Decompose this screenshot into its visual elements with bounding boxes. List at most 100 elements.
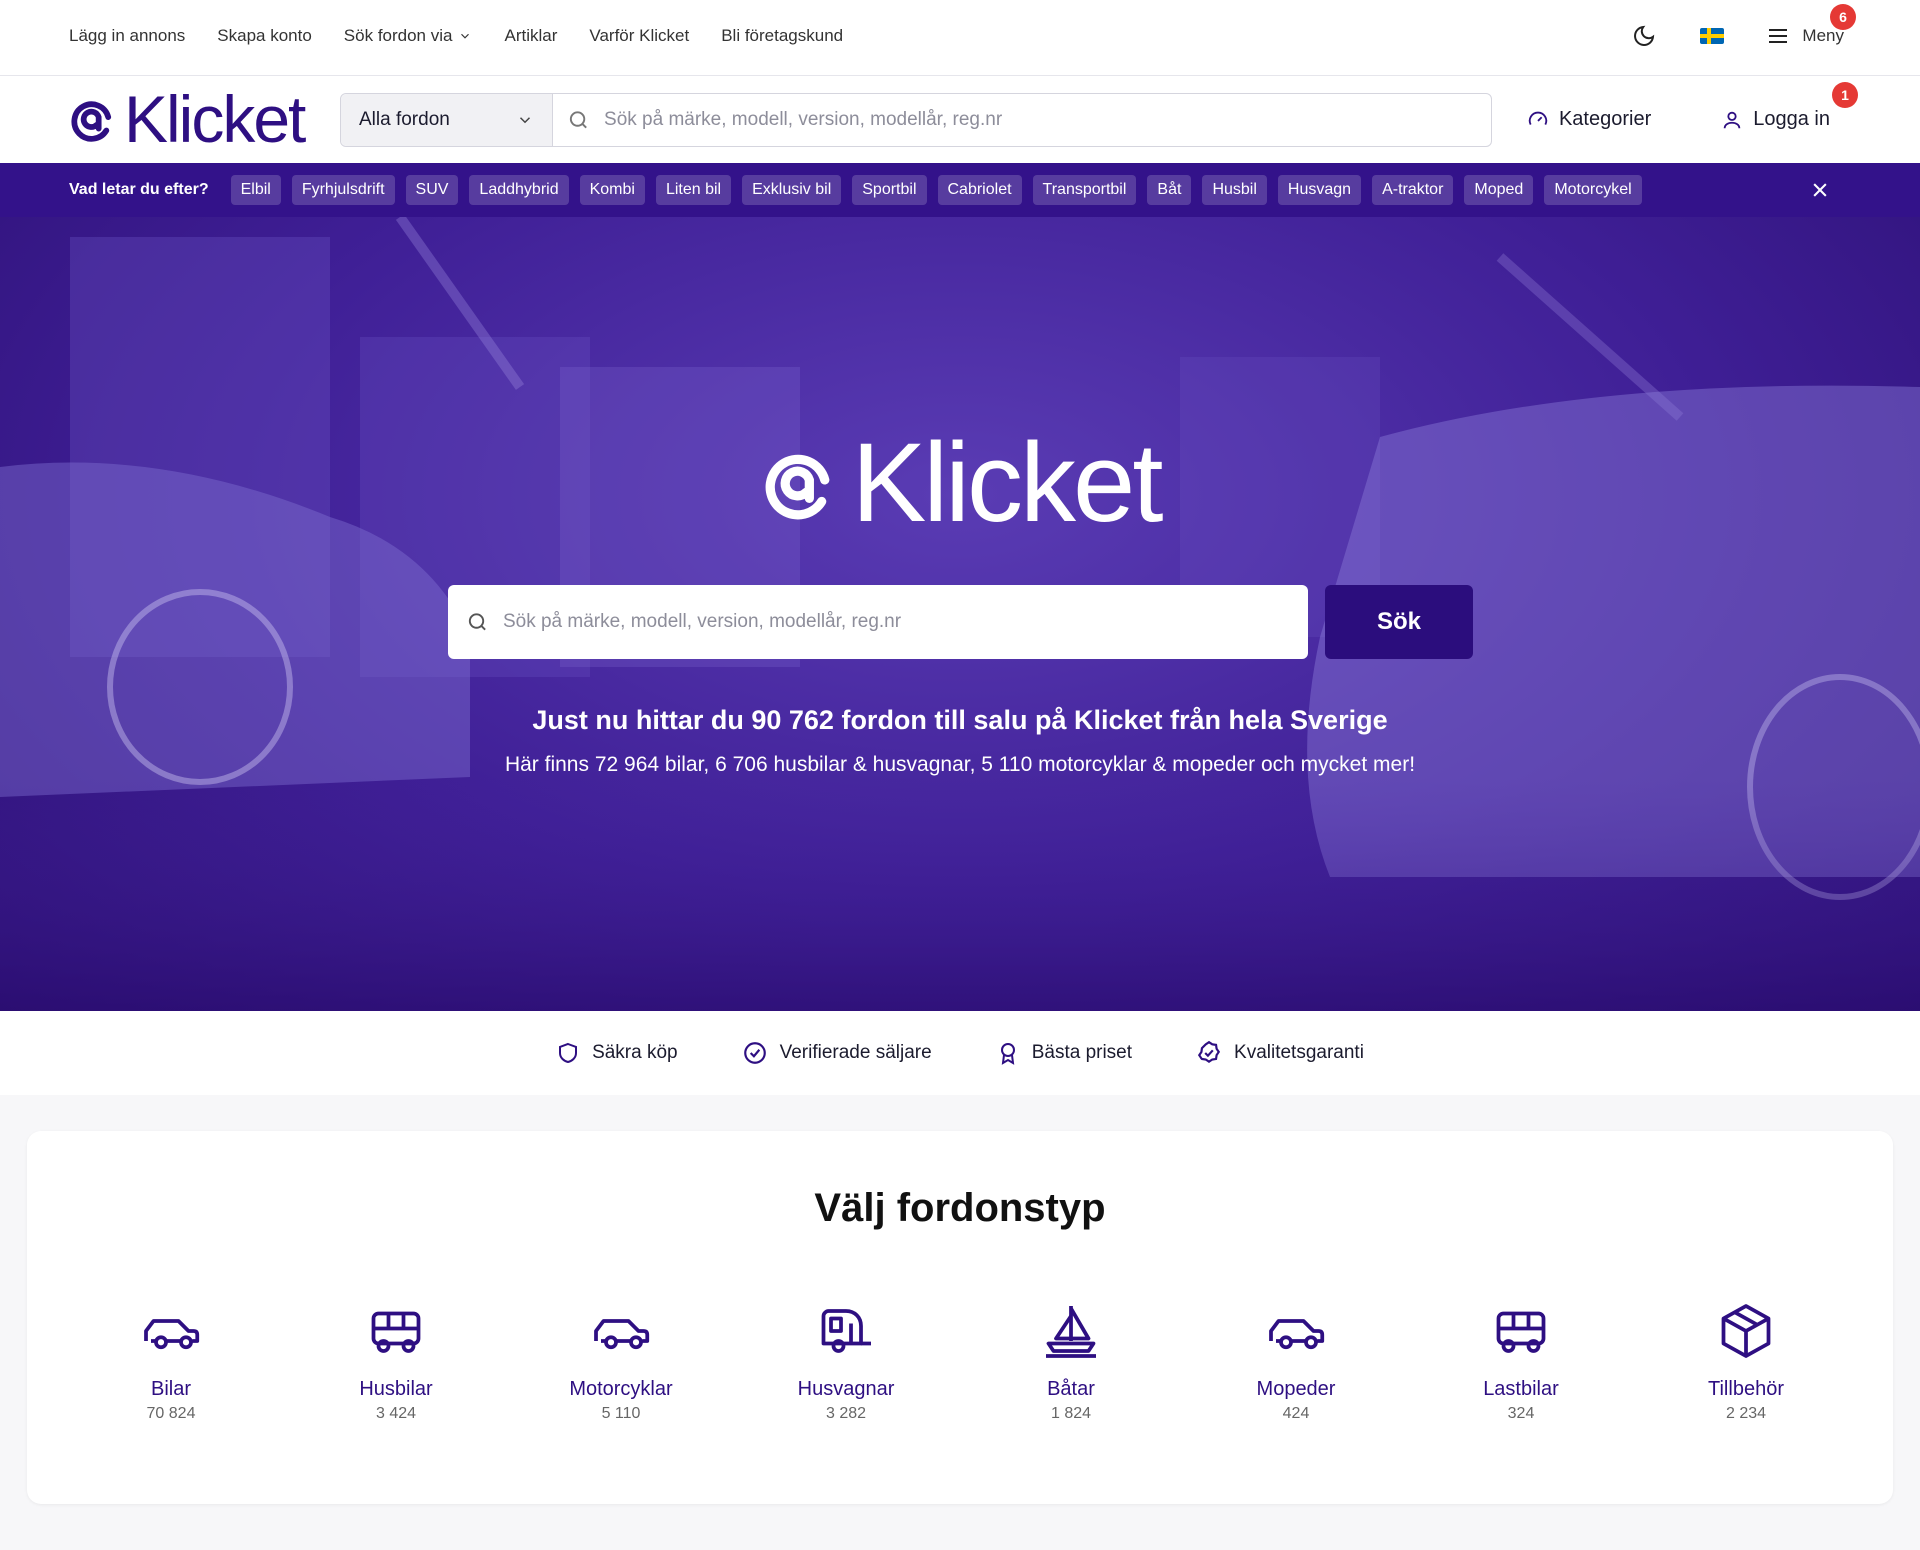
nav-search-vehicles-via-label: Sök fordon via bbox=[343, 26, 453, 45]
header-search-field bbox=[553, 94, 1491, 146]
box-icon bbox=[1721, 1304, 1771, 1358]
vehicle-type-count: 5 110 bbox=[601, 1405, 641, 1422]
chip-motorcykel[interactable]: Motorcykel bbox=[1544, 175, 1642, 205]
nav-create-account[interactable]: Skapa konto bbox=[217, 26, 312, 46]
vehicle-type-count: 3 282 bbox=[825, 1405, 867, 1422]
hero-section: Klicket Sök Just nu hittar du 90 762 for… bbox=[0, 217, 1920, 1011]
login-link[interactable]: Logga in 1 bbox=[1721, 82, 1858, 131]
categories-label: Kategorier bbox=[1558, 108, 1652, 130]
vehicle-category-select[interactable]: Alla fordon bbox=[341, 94, 553, 146]
swedish-flag-icon bbox=[1700, 28, 1725, 44]
quick-filter-label: Vad letar du efter? bbox=[69, 181, 209, 198]
car-icon bbox=[1269, 1319, 1325, 1350]
usp-item: Verifierade säljare bbox=[742, 1040, 932, 1066]
menu-button[interactable]: Meny 6 bbox=[1766, 4, 1856, 48]
moon-icon bbox=[1634, 25, 1655, 46]
usp-label: Kvalitetsgaranti bbox=[1234, 1042, 1364, 1063]
vehicle-type-motorcyklar[interactable]: Motorcyklar 5 110 bbox=[521, 1301, 721, 1423]
gauge-icon bbox=[1528, 111, 1548, 125]
nav-post-ad[interactable]: Lägg in annons bbox=[69, 26, 185, 46]
language-selector[interactable] bbox=[1698, 22, 1726, 50]
search-icon bbox=[569, 111, 587, 129]
chip-fyrhjulsdrift[interactable]: Fyrhjulsdrift bbox=[291, 175, 395, 205]
chip-husvagn[interactable]: Husvagn bbox=[1277, 175, 1362, 205]
nav-why-klicket[interactable]: Varför Klicket bbox=[589, 26, 689, 46]
quick-filter-bar: Vad letar du efter? Elbil Fyrhjulsdrift … bbox=[0, 163, 1920, 217]
klicket-logo-icon bbox=[765, 454, 829, 520]
hero-headline: Just nu hittar du 90 762 fordon till sal… bbox=[532, 705, 1388, 735]
vehicle-type-tillbehor[interactable]: Tillbehör 2 234 bbox=[1646, 1301, 1846, 1423]
chip-moped[interactable]: Moped bbox=[1464, 175, 1534, 205]
car-icon bbox=[144, 1319, 200, 1350]
close-icon[interactable] bbox=[1810, 180, 1830, 200]
vehicle-type-lastbilar[interactable]: Lastbilar 324 bbox=[1421, 1301, 1621, 1423]
vehicle-type-bilar[interactable]: Bilar 70 824 bbox=[71, 1301, 271, 1423]
chip-liten-bil[interactable]: Liten bil bbox=[655, 175, 732, 205]
usp-label: Säkra köp bbox=[592, 1042, 678, 1063]
vehicle-type-name: Tillbehör bbox=[1708, 1378, 1784, 1400]
klicket-logo-icon bbox=[71, 101, 112, 142]
vehicle-type-name: Båtar bbox=[1047, 1378, 1095, 1400]
usp-item: Säkra köp bbox=[556, 1041, 678, 1065]
check-circle-icon bbox=[743, 1042, 766, 1064]
chip-sportbil[interactable]: Sportbil bbox=[852, 175, 927, 205]
chip-a-traktor[interactable]: A-traktor bbox=[1372, 175, 1454, 205]
hero-search-input[interactable] bbox=[502, 611, 1308, 633]
logo[interactable]: Klicket bbox=[68, 86, 306, 152]
chevron-down-icon bbox=[519, 117, 531, 124]
vehicle-type-card: Välj fordonstyp Bilar 70 824 Husbilar 3 … bbox=[27, 1131, 1893, 1504]
vehicle-type-name: Bilar bbox=[150, 1378, 191, 1400]
vehicle-type-name: Husvagnar bbox=[797, 1378, 895, 1400]
vehicle-type-count: 324 bbox=[1507, 1405, 1535, 1422]
hero-subline: Här finns 72 964 bilar, 6 706 husbilar &… bbox=[504, 753, 1416, 776]
vehicle-type-husvagnar[interactable]: Husvagnar 3 282 bbox=[746, 1301, 946, 1423]
chip-elbil[interactable]: Elbil bbox=[230, 175, 281, 205]
chevron-down-icon bbox=[461, 33, 470, 39]
chip-bat[interactable]: Båt bbox=[1147, 175, 1192, 205]
chip-exklusiv-bil[interactable]: Exklusiv bil bbox=[742, 175, 842, 205]
user-icon bbox=[1724, 111, 1741, 128]
vehicle-type-name: Motorcyklar bbox=[569, 1378, 673, 1400]
nav-articles[interactable]: Artiklar bbox=[504, 26, 557, 46]
vehicle-type-count: 70 824 bbox=[146, 1405, 196, 1422]
vehicle-type-name: Mopeder bbox=[1256, 1378, 1336, 1400]
vehicle-type-count: 1 824 bbox=[1050, 1405, 1092, 1422]
main-header: Klicket Alla fordon Kategorier Logga in … bbox=[0, 76, 1920, 163]
hero-search-field bbox=[448, 585, 1308, 659]
login-label: Logga in bbox=[1753, 108, 1830, 130]
caravan-icon bbox=[821, 1309, 871, 1353]
chip-husbil[interactable]: Husbil bbox=[1202, 175, 1267, 205]
usp-item: Kvalitetsgaranti bbox=[1196, 1040, 1364, 1066]
shield-icon bbox=[559, 1042, 578, 1064]
vehicle-category-value: Alla fordon bbox=[359, 109, 450, 130]
chip-kombi[interactable]: Kombi bbox=[579, 175, 645, 205]
award-icon bbox=[1000, 1043, 1015, 1065]
bus-icon bbox=[1496, 1311, 1546, 1353]
vehicle-type-husbilar[interactable]: Husbilar 3 424 bbox=[296, 1301, 496, 1423]
top-utility-bar: Lägg in annons Skapa konto Sök fordon vi… bbox=[0, 0, 1920, 76]
vehicle-type-count: 2 234 bbox=[1725, 1405, 1767, 1422]
vehicle-type-name: Husbilar bbox=[359, 1378, 433, 1400]
usp-label: Verifierade säljare bbox=[779, 1042, 932, 1063]
vehicle-type-name: Lastbilar bbox=[1483, 1378, 1559, 1400]
menu-notification-badge: 6 bbox=[1830, 4, 1856, 30]
vehicle-type-mopeder[interactable]: Mopeder 424 bbox=[1196, 1301, 1396, 1423]
vehicle-type-count: 3 424 bbox=[375, 1405, 417, 1422]
dark-mode-toggle[interactable] bbox=[1630, 22, 1658, 50]
hamburger-icon bbox=[1769, 29, 1788, 43]
chip-suv[interactable]: SUV bbox=[405, 175, 459, 205]
top-nav: Lägg in annons Skapa konto Sök fordon vi… bbox=[69, 0, 843, 72]
chip-cabriolet[interactable]: Cabriolet bbox=[937, 175, 1022, 205]
bus-icon bbox=[371, 1311, 421, 1353]
chip-transportbil[interactable]: Transportbil bbox=[1032, 175, 1137, 205]
usp-label: Bästa priset bbox=[1031, 1042, 1133, 1063]
hero-search-button[interactable]: Sök bbox=[1325, 585, 1473, 659]
categories-link[interactable]: Kategorier bbox=[1527, 108, 1651, 131]
nav-search-vehicles-via[interactable]: Sök fordon via bbox=[344, 26, 473, 46]
login-notification-badge: 1 bbox=[1832, 82, 1858, 108]
chip-laddhybrid[interactable]: Laddhybrid bbox=[469, 175, 569, 205]
vehicle-type-batar[interactable]: Båtar 1 824 bbox=[971, 1301, 1171, 1423]
nav-business-customer[interactable]: Bli företagskund bbox=[721, 26, 843, 46]
usp-row: Säkra köp Verifierade säljare Bästa pris… bbox=[0, 1011, 1920, 1095]
header-search-input[interactable] bbox=[604, 109, 1491, 131]
